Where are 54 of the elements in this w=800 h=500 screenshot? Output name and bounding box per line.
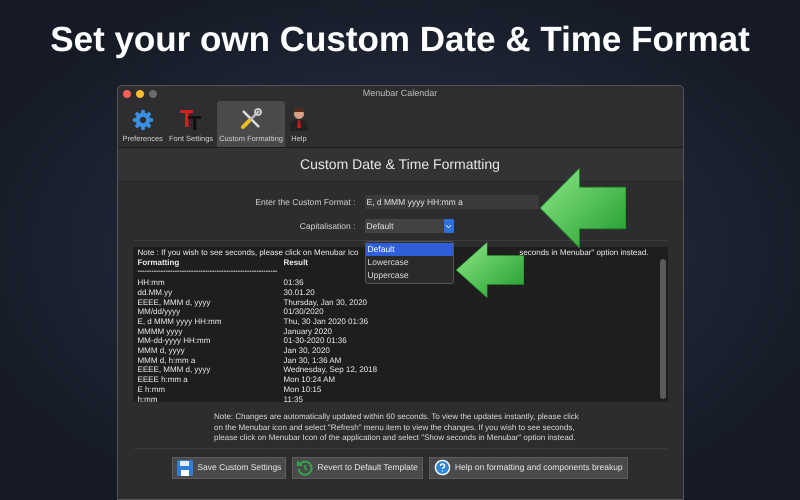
format-cell-text: MMM d, h:mm a xyxy=(138,356,196,366)
gear-icon xyxy=(132,108,154,131)
section-heading: Custom Date & Time Formatting xyxy=(118,148,682,182)
large-arrow-icon xyxy=(540,168,626,248)
question-mark-icon xyxy=(434,459,451,476)
result-cell: 11:35 xyxy=(284,394,303,404)
format-cell-text: EEEE, MMM d, yyyy xyxy=(138,365,212,376)
action-button[interactable]: Help on formatting and components breakup xyxy=(428,456,628,478)
result-cell: Thursday, Jan 30, 2020 xyxy=(284,298,367,308)
results-note: seconds in Menubar" option instead. xyxy=(519,248,648,258)
font-icon xyxy=(179,108,204,131)
format-cell-text: E, d MMM yyyy HH:mm xyxy=(138,316,222,327)
result-cell: Jan 30, 2020 xyxy=(284,346,330,356)
tools-icon xyxy=(239,106,264,131)
format-cell-text: h:mm xyxy=(138,394,158,404)
format-cell-text: EEEE h:mm a xyxy=(138,375,189,385)
format-cell-text: dd.MM.yy xyxy=(138,288,174,298)
result-cell: January 2020 xyxy=(284,326,332,336)
column-header: Result xyxy=(284,258,308,268)
result-cell: 01:36 xyxy=(284,278,304,288)
result-cell: Jan 30, 1:36 AM xyxy=(284,356,342,366)
result-cell: Mon 10:15 xyxy=(284,384,322,395)
zoom-window-button[interactable] xyxy=(148,90,156,98)
format-cell-text: MM-dd-yyyy HH:mm xyxy=(138,336,212,346)
close-window-button[interactable] xyxy=(122,90,130,98)
result-cell: 01-30-2020 01:36 xyxy=(284,336,347,346)
action-button[interactable]: Revert to Default Template xyxy=(292,456,423,478)
field-label: Enter the Custom Format : xyxy=(254,196,356,208)
circular-arrow-icon xyxy=(297,460,314,476)
window-title: Menubar Calendar xyxy=(362,86,438,100)
action-button[interactable]: Save Custom Settings xyxy=(172,456,286,478)
format-cell-text: MMM d, yyyy xyxy=(138,346,186,356)
column-header: Formatting xyxy=(138,258,180,268)
field-label: Capitalisation : xyxy=(298,220,356,232)
format-cell-text: E h:mm xyxy=(138,384,166,395)
result-cell: Wednesday, Sep 12, 2018 xyxy=(284,365,378,376)
result-cell: Thu, 30 Jan 2020 01:36 xyxy=(284,316,368,327)
results-note: Note : If you wish to see seconds, please click on Menubar Ico xyxy=(138,248,359,258)
capitalisation-dropdown[interactable]: Default xyxy=(364,219,454,233)
minimize-window-button[interactable] xyxy=(136,90,144,98)
format-cell-text: HH:mm xyxy=(138,278,166,288)
dropdown-option[interactable]: Uppercase xyxy=(366,269,452,282)
result-cell: 30.01.20 xyxy=(284,288,315,298)
format-cell-text: MM/dd/yyyy xyxy=(138,307,182,317)
person-icon xyxy=(288,106,309,131)
dropdown-option[interactable]: Lowercase xyxy=(366,256,452,269)
format-cell-text: MMMM yyyy xyxy=(138,326,184,336)
result-cell: 01/30/2020 xyxy=(284,307,324,317)
note-text: Note: Changes are automatically updated within 60 seconds. To view the updates instantly, please click on the Menubar icon and select "Refresh" menu item to view the changes. If you wish to see seconds, please click on Menubar Icon of the application and select "Show seconds in Menubar" option instead. xyxy=(214,412,580,444)
dropdown-option[interactable]: Default xyxy=(366,243,452,256)
headline: Set your own Custom Date & Time Format xyxy=(50,19,750,61)
result-cell: Mon 10:24 AM xyxy=(284,375,336,385)
format-cell-text: EEEE, MMM d, yyyy xyxy=(138,298,212,308)
format-input-field[interactable]: E, d MMM yyyy HH:mm a xyxy=(364,195,538,209)
